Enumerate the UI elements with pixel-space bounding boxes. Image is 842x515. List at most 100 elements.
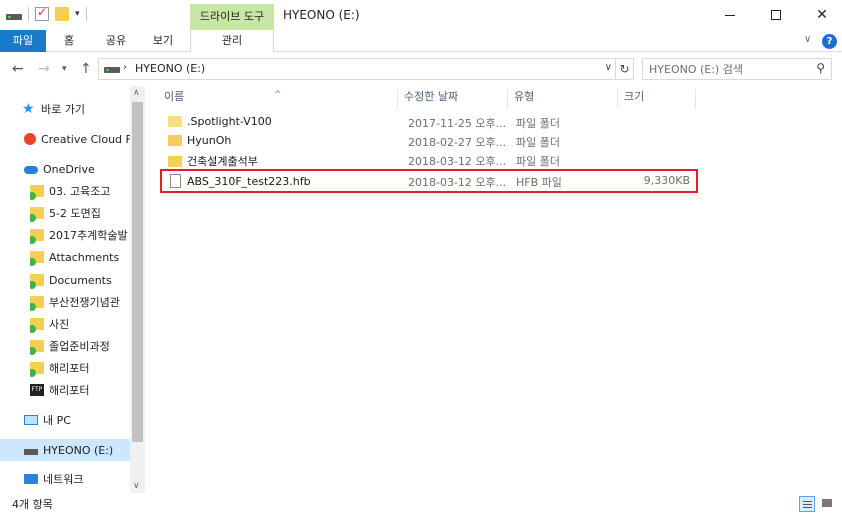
folder-sync-icon — [30, 229, 44, 244]
column-header-label: 수정한 날짜 — [404, 90, 459, 103]
scroll-up-icon[interactable]: ∧ — [133, 88, 140, 98]
nav-item-folder[interactable]: 해리포터 — [30, 357, 130, 379]
nav-item-this-pc[interactable]: 내 PC — [24, 409, 71, 431]
title-bar: ▾ 드라이브 도구 HYEONO (E:) ✕ — [0, 0, 842, 30]
nav-item-drive-e[interactable]: HYEONO (E:) — [0, 439, 130, 461]
date-modified: 2018-03-12 오후... — [408, 155, 507, 168]
nav-item-label: 내 PC — [43, 414, 71, 427]
folder-icon — [168, 116, 182, 127]
nav-item-folder[interactable]: 03. 고육조고 — [30, 180, 130, 202]
help-icon[interactable]: ? — [822, 34, 837, 49]
nav-item-creative-cloud[interactable]: Creative Cloud Fil — [24, 128, 130, 150]
scroll-down-icon[interactable]: ∨ — [133, 481, 140, 491]
nav-item-label: 졸업준비과정 — [49, 340, 110, 353]
close-button[interactable]: ✕ — [799, 2, 842, 28]
navigation-pane: ★ 바로 가기 Creative Cloud Fil OneDrive 03. … — [0, 86, 146, 493]
properties-icon[interactable] — [35, 5, 49, 21]
nav-item-folder[interactable]: 부산전쟁기념관 — [30, 291, 130, 313]
column-header-label: 유형 — [514, 90, 535, 103]
nav-item-folder[interactable]: 사진 — [30, 313, 130, 335]
refresh-button[interactable]: ↻ — [616, 58, 634, 80]
column-header-name[interactable]: 이름 ^ — [158, 89, 398, 109]
file-row[interactable]: HyunOh 2018-02-27 오후... 파일 폴더 — [160, 132, 698, 151]
creative-cloud-icon — [24, 133, 36, 145]
separator — [85, 7, 87, 21]
column-header-date[interactable]: 수정한 날짜 — [398, 89, 508, 109]
nav-item-folder[interactable]: 2017추계학술발 — [30, 224, 130, 246]
nav-item-label: 해리포터 — [49, 384, 90, 397]
expand-ribbon-icon[interactable]: ∨ — [804, 34, 811, 45]
new-folder-icon[interactable] — [55, 7, 69, 21]
minimize-button[interactable] — [707, 2, 753, 28]
navigation-bar: ← → ▾ ↑ › HYEONO (E:) ∨ ↻ ⚲ — [0, 52, 842, 86]
address-dropdown-icon[interactable]: ∨ — [605, 62, 612, 73]
file-name: HyunOh — [187, 134, 232, 147]
file-row[interactable]: 건축설계출석부 2018-03-12 오후... 파일 폴더 — [160, 151, 698, 170]
folder-sync-icon — [30, 318, 44, 333]
tab-file[interactable]: 파일 — [0, 30, 46, 52]
column-header-type[interactable]: 유형 — [508, 89, 618, 109]
nav-pane-scrollbar[interactable]: ∧ ∨ — [130, 86, 145, 493]
nav-item-label: 바로 가기 — [41, 103, 85, 116]
chevron-right-icon[interactable]: › — [123, 62, 127, 73]
date-modified: 2017-11-25 오후... — [408, 117, 507, 130]
address-path[interactable]: HYEONO (E:) — [135, 62, 205, 75]
search-box[interactable]: ⚲ — [642, 58, 832, 80]
folder-sync-icon — [30, 185, 44, 200]
folder-sync-icon — [30, 340, 44, 355]
tab-view[interactable]: 보기 — [146, 30, 180, 52]
nav-item-label: 5-2 도면집 — [49, 207, 101, 220]
date-modified: 2018-03-12 오후... — [408, 176, 507, 189]
file-name: 건축설계출석부 — [187, 155, 258, 168]
file-type: HFB 파일 — [516, 176, 562, 189]
up-arrow-icon[interactable]: ↑ — [80, 61, 92, 77]
nav-item-folder[interactable]: Attachments — [30, 246, 130, 268]
search-icon[interactable]: ⚲ — [816, 61, 825, 75]
customize-qat-icon[interactable]: ▾ — [75, 9, 80, 19]
nav-item-label: 사진 — [49, 318, 70, 331]
tab-share[interactable]: 공유 — [96, 30, 136, 52]
nav-item-label: 해리포터 — [49, 362, 90, 375]
column-headers: 이름 ^ 수정한 날짜 유형 크기 — [158, 86, 842, 109]
nav-item-onedrive[interactable]: OneDrive — [24, 158, 95, 180]
file-type: 파일 폴더 — [516, 155, 560, 168]
tab-manage[interactable]: 관리 — [190, 30, 274, 52]
tab-home[interactable]: 홈 — [52, 30, 86, 52]
minimize-icon — [725, 14, 735, 16]
folder-sync-icon — [30, 296, 44, 311]
file-name: .Spotlight-V100 — [187, 115, 272, 128]
nav-item-quick-access[interactable]: ★ 바로 가기 — [22, 98, 85, 120]
nav-item-folder[interactable]: 졸업준비과정 — [30, 335, 130, 357]
onedrive-cloud-icon — [24, 166, 38, 174]
file-row[interactable]: .Spotlight-V100 2017-11-25 오후... 파일 폴더 — [160, 113, 698, 132]
forward-arrow-icon[interactable]: → — [38, 61, 50, 77]
maximize-button[interactable] — [753, 2, 799, 28]
network-icon — [24, 474, 38, 484]
drive-icon[interactable] — [6, 13, 22, 20]
file-type: 파일 폴더 — [516, 117, 560, 130]
file-row-highlighted[interactable]: ABS_310F_test223.hfb 2018-03-12 오후... HF… — [160, 169, 698, 193]
nav-item-folder[interactable]: 5-2 도면집 — [30, 202, 130, 224]
file-name-cell: 건축설계출석부 — [168, 153, 258, 169]
details-view-icon[interactable] — [799, 496, 815, 512]
search-input[interactable] — [649, 61, 799, 77]
nav-item-network[interactable]: 네트워크 — [24, 468, 83, 490]
drive-icon — [104, 67, 120, 73]
recent-locations-icon[interactable]: ▾ — [62, 64, 67, 74]
column-header-label: 이름 — [164, 90, 185, 103]
drive-tools-header: 드라이브 도구 — [190, 4, 274, 30]
file-icon — [170, 174, 181, 188]
window-title: HYEONO (E:) — [283, 8, 360, 22]
nav-item-label: 2017추계학술발 — [49, 229, 128, 242]
nav-item-label: 네트워크 — [43, 473, 84, 486]
column-header-size[interactable]: 크기 — [618, 89, 696, 109]
scrollbar-thumb[interactable] — [132, 102, 143, 442]
back-arrow-icon[interactable]: ← — [12, 61, 24, 77]
nav-item-folder[interactable]: Documents — [30, 269, 130, 291]
large-icons-view-icon[interactable] — [819, 496, 835, 512]
file-size: 9,330KB — [643, 174, 690, 187]
address-bar[interactable]: › HYEONO (E:) ∨ — [98, 58, 616, 80]
file-name-cell: HyunOh — [168, 134, 231, 147]
nav-item-ftp[interactable]: FTP 해리포터 — [30, 379, 130, 401]
quick-access-toolbar: ▾ — [6, 5, 87, 21]
